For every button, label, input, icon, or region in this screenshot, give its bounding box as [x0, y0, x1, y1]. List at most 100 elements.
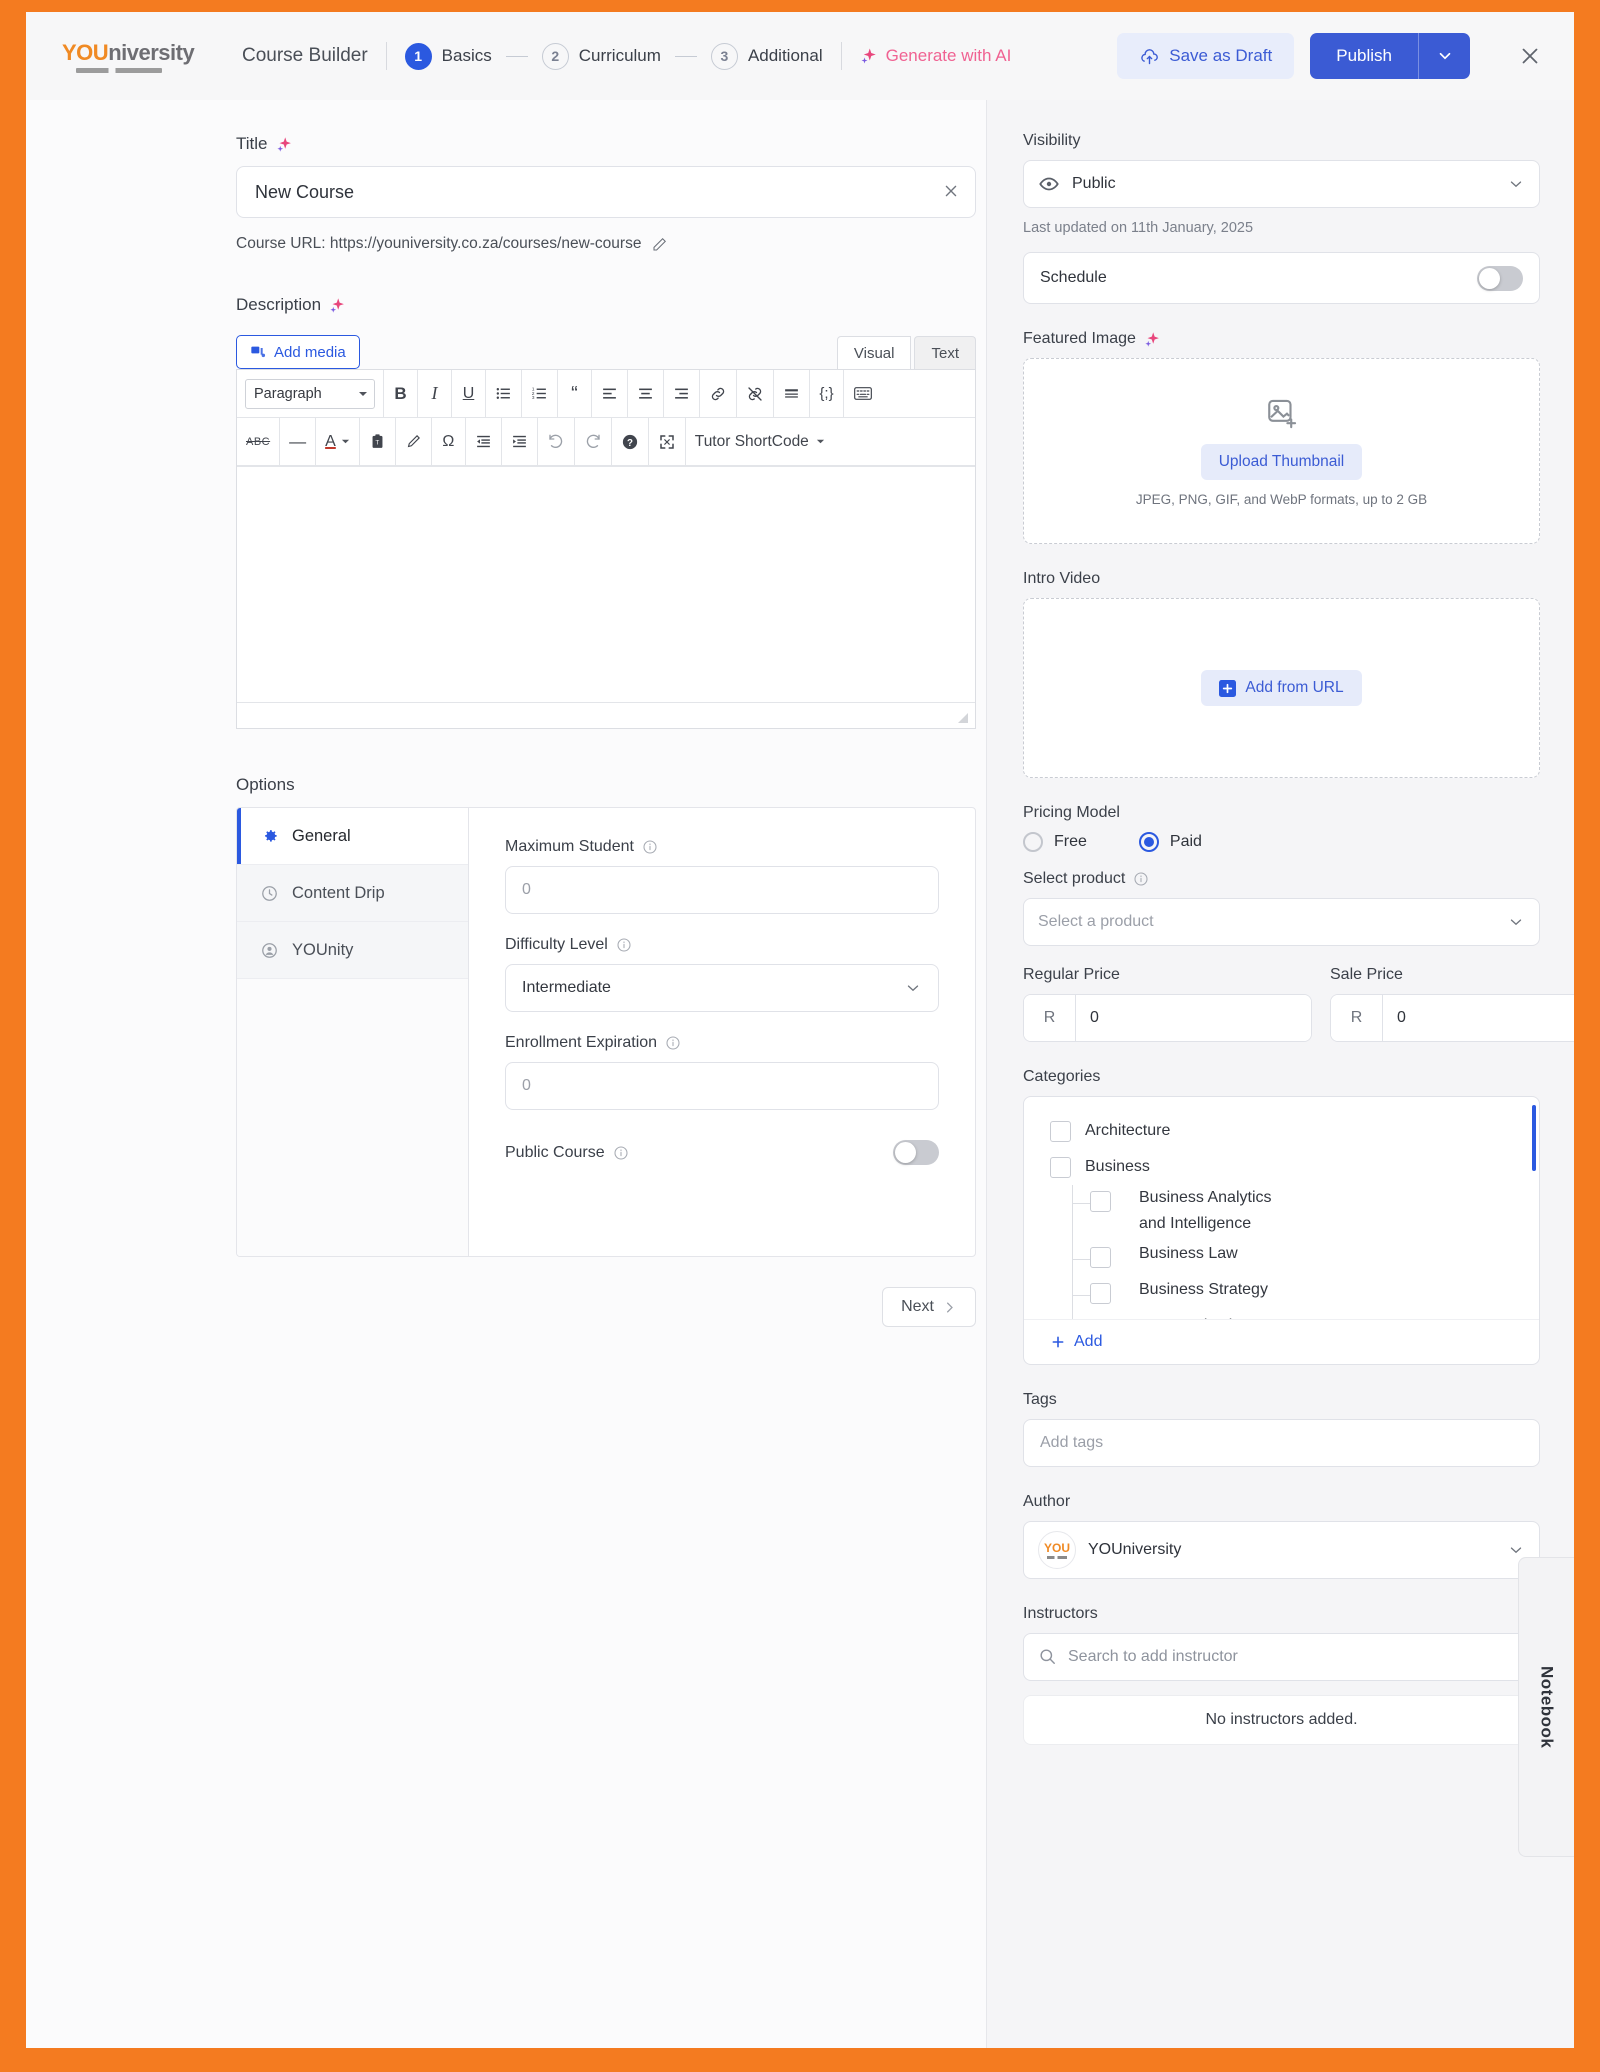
schedule-toggle[interactable]: [1477, 265, 1523, 291]
horizontal-rule-button[interactable]: —: [280, 418, 317, 465]
numbered-list-button[interactable]: 123: [522, 370, 558, 417]
info-icon[interactable]: [616, 937, 632, 953]
category-checkbox[interactable]: [1050, 1120, 1071, 1142]
max-student-input[interactable]: [505, 866, 939, 914]
search-icon: [1038, 1647, 1057, 1666]
youniversity-logo[interactable]: YOUniversity: [62, 40, 202, 73]
pricing-option-free[interactable]: Free: [1023, 832, 1087, 852]
save-as-draft-label: Save as Draft: [1169, 46, 1273, 65]
close-button[interactable]: [1510, 36, 1550, 76]
strikethrough-button[interactable]: ABC: [237, 418, 281, 465]
sale-price-input[interactable]: [1383, 995, 1574, 1041]
paste-as-text-button[interactable]: T: [360, 418, 396, 465]
paragraph-format-select[interactable]: Paragraph: [237, 370, 384, 417]
italic-button[interactable]: I: [418, 370, 452, 417]
bold-button[interactable]: B: [384, 370, 418, 417]
add-from-url-button[interactable]: Add from URL: [1201, 670, 1362, 706]
indent-button[interactable]: [502, 418, 538, 465]
step-divider-2: [674, 55, 697, 57]
bullet-list-button[interactable]: [486, 370, 522, 417]
tutor-shortcode-dropdown[interactable]: Tutor ShortCode: [686, 418, 834, 465]
public-course-toggle[interactable]: [893, 1140, 939, 1165]
add-media-button[interactable]: Add media: [236, 335, 360, 369]
fullscreen-button[interactable]: [649, 418, 686, 465]
upload-thumbnail-button[interactable]: Upload Thumbnail: [1200, 443, 1363, 480]
next-button[interactable]: Next: [882, 1287, 976, 1327]
select-product-dropdown[interactable]: Select a product: [1023, 898, 1540, 946]
underline-button[interactable]: U: [452, 370, 486, 417]
undo-button[interactable]: [538, 418, 575, 465]
info-icon[interactable]: [613, 1145, 629, 1161]
publish-dropdown-button[interactable]: [1418, 33, 1470, 79]
editor-content-area[interactable]: [237, 466, 975, 702]
radio-paid: [1138, 832, 1159, 852]
plus-icon: [1050, 1334, 1066, 1350]
align-right-button[interactable]: [664, 370, 700, 417]
category-item[interactable]: Communication: [1050, 1313, 1539, 1319]
add-category-button[interactable]: Add: [1050, 1333, 1539, 1351]
categories-list[interactable]: Architecture Business Business Analytics…: [1024, 1097, 1539, 1319]
pricing-option-paid[interactable]: Paid: [1138, 832, 1202, 852]
enrollment-input[interactable]: [505, 1062, 939, 1110]
info-icon[interactable]: [642, 839, 658, 855]
intro-video-dropzone[interactable]: Add from URL: [1023, 598, 1540, 778]
tab-text[interactable]: Text: [914, 336, 976, 369]
category-checkbox[interactable]: [1090, 1247, 1111, 1268]
category-checkbox[interactable]: [1090, 1191, 1111, 1212]
align-left-button[interactable]: [592, 370, 628, 417]
visibility-value: Public: [1072, 175, 1116, 192]
info-icon[interactable]: [665, 1035, 681, 1051]
read-more-button[interactable]: [774, 370, 810, 417]
insert-link-button[interactable]: [700, 370, 737, 417]
instructor-search-input[interactable]: [1023, 1633, 1540, 1681]
publish-button-group: Publish: [1310, 33, 1470, 79]
special-character-button[interactable]: Ω: [432, 418, 466, 465]
edit-pencil-icon[interactable]: [651, 235, 669, 253]
author-select[interactable]: YOU YOUniversity: [1023, 1521, 1540, 1579]
step-additional[interactable]: 3 Additional: [710, 42, 823, 70]
tab-visual[interactable]: Visual: [836, 336, 912, 369]
tree-line-horizontal: [1072, 1259, 1090, 1260]
outdent-button[interactable]: [466, 418, 502, 465]
clear-title-button[interactable]: [940, 180, 962, 205]
visibility-select[interactable]: Public: [1023, 160, 1540, 208]
blockquote-button[interactable]: “: [558, 370, 592, 417]
option-tab-younity[interactable]: YOUnity: [237, 922, 468, 979]
redo-button[interactable]: [575, 418, 612, 465]
step-basics[interactable]: 1 Basics: [404, 42, 492, 70]
help-button[interactable]: ?: [612, 418, 649, 465]
title-input[interactable]: [236, 166, 976, 218]
category-checkbox[interactable]: [1050, 1156, 1071, 1178]
select-product-section: Select product Select a product: [1023, 870, 1540, 946]
category-checkbox[interactable]: [1090, 1283, 1111, 1304]
tags-input[interactable]: [1023, 1419, 1540, 1467]
clear-formatting-button[interactable]: [396, 418, 432, 465]
featured-image-dropzone[interactable]: Upload Thumbnail JPEG, PNG, GIF, and Web…: [1023, 358, 1540, 544]
keyboard-shortcuts-button[interactable]: [844, 370, 882, 417]
text-color-button[interactable]: A: [316, 418, 360, 465]
category-item[interactable]: Business Analytics and Intelligence: [1050, 1185, 1539, 1241]
publish-button[interactable]: Publish: [1310, 33, 1418, 79]
difficulty-select[interactable]: Intermediate: [505, 964, 939, 1012]
category-item[interactable]: Business Law: [1050, 1241, 1539, 1277]
info-icon[interactable]: [1133, 871, 1149, 887]
notebook-tab[interactable]: Notebook: [1518, 1557, 1574, 1857]
header-divider-1: [385, 42, 387, 70]
sale-price-field: R: [1330, 994, 1574, 1042]
save-as-draft-button[interactable]: Save as Draft: [1117, 33, 1295, 79]
option-tab-general[interactable]: General: [237, 808, 468, 865]
generate-with-ai-button[interactable]: Generate with AI: [860, 46, 1011, 66]
option-tab-content-drip[interactable]: Content Drip: [237, 865, 468, 922]
category-item[interactable]: Business: [1050, 1149, 1539, 1185]
categories-scrollbar[interactable]: [1532, 1105, 1536, 1171]
resize-grip-icon[interactable]: [957, 711, 969, 723]
add-category-label: Add: [1074, 1333, 1103, 1350]
align-center-button[interactable]: [628, 370, 664, 417]
category-item[interactable]: Business Strategy: [1050, 1277, 1539, 1313]
step-curriculum[interactable]: 2 Curriculum: [541, 42, 661, 70]
media-icon: [250, 344, 266, 360]
remove-link-button[interactable]: [737, 370, 774, 417]
code-block-button[interactable]: {;}: [810, 370, 844, 417]
category-item[interactable]: Architecture: [1050, 1113, 1539, 1149]
regular-price-input[interactable]: [1076, 995, 1311, 1041]
